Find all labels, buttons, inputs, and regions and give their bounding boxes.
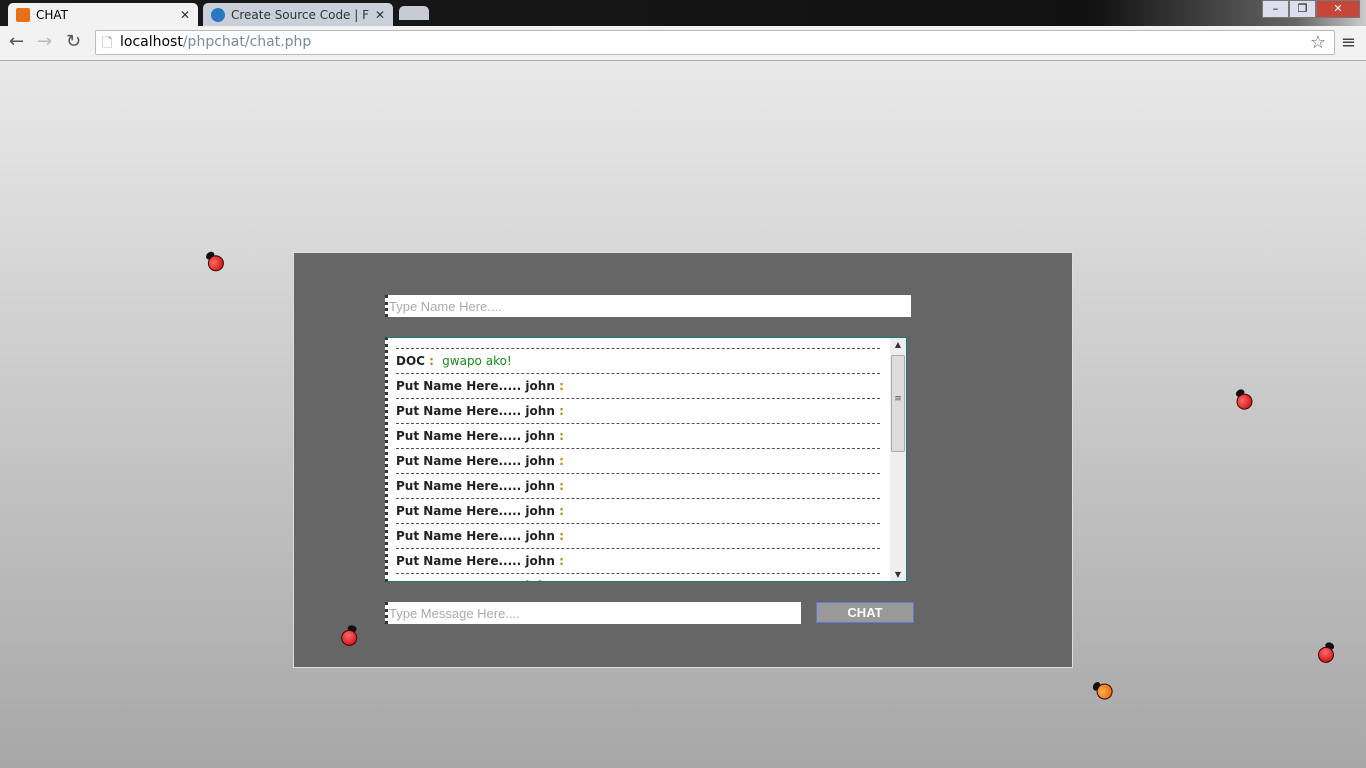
message-row: DOC : gwapo ako!: [396, 348, 880, 373]
message-separator: :: [559, 379, 564, 393]
message-row: Put Name Here..... john :: [396, 448, 880, 473]
close-tab-icon[interactable]: ✕: [180, 8, 190, 22]
message-separator: :: [429, 354, 434, 368]
message-row: Put Name Here..... john :: [396, 398, 880, 423]
message-row: Put Name Here..... john :: [396, 373, 880, 398]
xampp-favicon-icon: [16, 7, 30, 22]
message-separator: :: [559, 429, 564, 443]
message-row: Put Name Here..... john :: [396, 498, 880, 523]
forward-icon[interactable]: →: [37, 31, 52, 52]
name-input[interactable]: [385, 295, 911, 317]
message-row: Put Name Here..... john :: [396, 423, 880, 448]
message-row: Put Name Here..... john :: [396, 573, 880, 581]
message-sender: Put Name Here..... john: [396, 429, 555, 443]
bookmark-star-icon[interactable]: ☆: [1310, 32, 1326, 53]
back-icon[interactable]: ←: [9, 31, 24, 52]
title-bar: CHAT ✕ Create Source Code | Free ✕ – ❐ ✕: [0, 0, 1366, 26]
tab-create-source-code[interactable]: Create Source Code | Free ✕: [203, 3, 393, 26]
close-tab-icon[interactable]: ✕: [375, 8, 385, 22]
tab-chat[interactable]: CHAT ✕: [8, 3, 198, 26]
message-separator: :: [559, 529, 564, 543]
message-separator: :: [559, 579, 564, 581]
message-separator: :: [559, 554, 564, 568]
menu-icon[interactable]: ≡: [1341, 32, 1356, 53]
scroll-thumb[interactable]: ≡: [891, 355, 905, 452]
message-sender: Put Name Here..... john: [396, 454, 555, 468]
message-sender: Put Name Here..... john: [396, 404, 555, 418]
message-sender: Put Name Here..... john: [396, 479, 555, 493]
address-bar[interactable]: 🗋 localhost/phpchat/chat.php ☆: [95, 30, 1335, 55]
message-sender: Put Name Here..... john: [396, 529, 555, 543]
scroll-up-icon[interactable]: ▲: [890, 340, 906, 349]
drupal-favicon-icon: [211, 7, 225, 22]
message-separator: :: [559, 404, 564, 418]
minimize-button[interactable]: –: [1262, 0, 1289, 18]
message-text: gwapo ako!: [442, 354, 512, 368]
tab-title: CHAT: [36, 7, 69, 22]
scroll-down-icon[interactable]: ▼: [890, 570, 906, 579]
page-icon: 🗋: [102, 36, 113, 51]
message-separator: :: [559, 479, 564, 493]
message-separator: :: [559, 454, 564, 468]
message-sender: Put Name Here..... john: [396, 504, 555, 518]
message-sender: Put Name Here..... john: [396, 579, 555, 581]
url-host: localhost: [120, 34, 183, 50]
url-path: /phpchat/chat.php: [182, 34, 312, 50]
message-input[interactable]: [385, 602, 801, 624]
browser-toolbar: ← → ↻ 🗋 localhost/phpchat/chat.php ☆ ≡: [0, 26, 1366, 61]
reload-icon[interactable]: ↻: [66, 31, 81, 52]
message-sender: DOC: [396, 354, 425, 368]
message-row: Put Name Here..... john :: [396, 523, 880, 548]
new-tab-button[interactable]: [399, 6, 429, 20]
message-list: DOC : gwapo ako! Put Name Here..... john …: [385, 337, 907, 582]
message-row: Put Name Here..... john :: [396, 473, 880, 498]
scrollbar[interactable]: ▲ ≡ ▼: [890, 338, 906, 581]
tab-title: Create Source Code | Free: [231, 7, 369, 22]
chat-send-button[interactable]: CHAT: [816, 602, 914, 623]
message-sender: Put Name Here..... john: [396, 554, 555, 568]
window-close-button[interactable]: ✕: [1316, 0, 1360, 18]
message-separator: :: [559, 504, 564, 518]
maximize-button[interactable]: ❐: [1289, 0, 1316, 18]
message-sender: Put Name Here..... john: [396, 379, 555, 393]
message-row: Put Name Here..... john :: [396, 548, 880, 573]
